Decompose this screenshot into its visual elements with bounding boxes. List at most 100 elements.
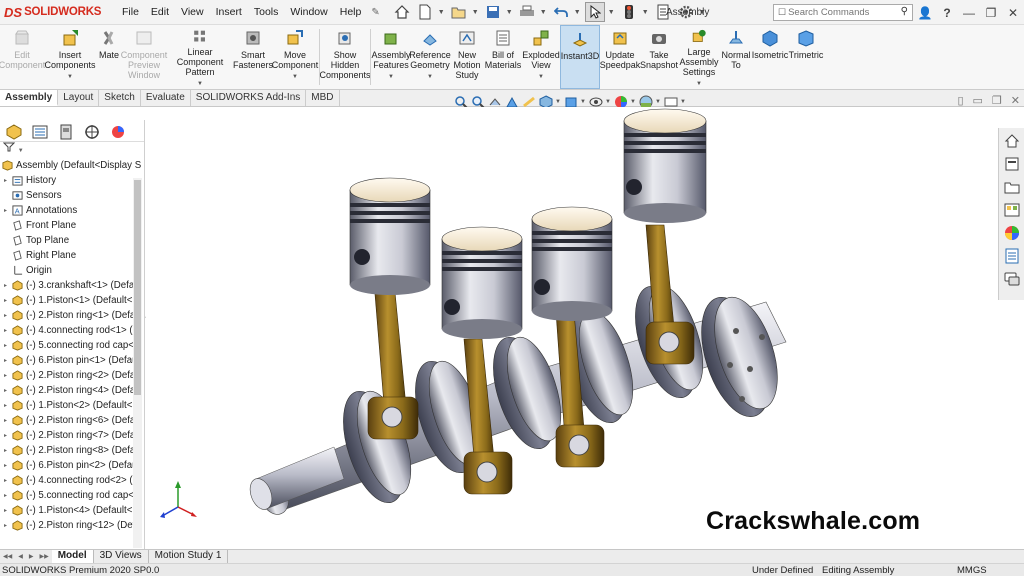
- chevron-down-icon[interactable]: ▼: [608, 9, 616, 16]
- tab-3d-views[interactable]: 3D Views: [94, 550, 149, 563]
- tree-item[interactable]: ▸ (-) 1.Piston<2> (Default<: [0, 398, 144, 413]
- expand-arrow-icon[interactable]: ▸: [4, 327, 12, 334]
- expand-arrow-icon[interactable]: ▸: [4, 477, 12, 484]
- chevron-down-icon[interactable]: ▼: [580, 99, 587, 105]
- menu-tools[interactable]: Tools: [248, 6, 285, 18]
- print-icon[interactable]: [517, 2, 537, 22]
- chevron-down-icon[interactable]: ▼: [680, 99, 687, 105]
- tree-item[interactable]: ▸ (-) 2.Piston ring<2> (Defa: [0, 368, 144, 383]
- open-icon[interactable]: [449, 2, 469, 22]
- prev-tab-icon[interactable]: ◀: [15, 553, 26, 560]
- menu-window[interactable]: Window: [284, 6, 333, 18]
- first-tab-icon[interactable]: ◀◀: [0, 553, 15, 560]
- expand-arrow-icon[interactable]: ▸: [4, 312, 12, 319]
- menu-help[interactable]: Help: [334, 6, 368, 18]
- scrollbar-thumb[interactable]: [134, 180, 141, 395]
- expand-arrow-icon[interactable]: ▸: [4, 432, 12, 439]
- solidworks-logo[interactable]: DS SOLIDWORKS: [0, 5, 110, 20]
- tree-item[interactable]: ▸ (-) 2.Piston ring<1> (Defa: [0, 308, 144, 323]
- mate-button[interactable]: Mate: [96, 25, 122, 89]
- tab-mbd[interactable]: MBD: [306, 90, 340, 106]
- menu-insert[interactable]: Insert: [210, 6, 248, 18]
- insert-components-button[interactable]: Insert Components ▼: [44, 25, 96, 89]
- tree-item[interactable]: ▸ A Annotations: [0, 203, 144, 218]
- chevron-down-icon[interactable]: ▼: [696, 79, 702, 89]
- unit-system[interactable]: MMGS: [957, 565, 987, 576]
- large-assembly-settings-button[interactable]: Large Assembly Settings ▼: [678, 25, 720, 89]
- chevron-down-icon[interactable]: ▼: [292, 72, 298, 82]
- tree-item[interactable]: ▸ (-) 1.Piston<1> (Default<: [0, 293, 144, 308]
- property-manager-tab-icon[interactable]: [30, 124, 50, 140]
- exploded-view-button[interactable]: Exploded View ▼: [522, 25, 560, 89]
- tree-item[interactable]: Top Plane: [0, 233, 144, 248]
- chevron-down-icon[interactable]: ▼: [388, 72, 394, 82]
- take-snapshot-button[interactable]: Take Snapshot: [640, 25, 678, 89]
- pin-menu-icon[interactable]: ✎: [371, 7, 379, 18]
- help-icon[interactable]: ?: [936, 6, 958, 20]
- reference-geometry-button[interactable]: Reference Geometry ▼: [409, 25, 451, 89]
- show-hidden-button[interactable]: Show Hidden Components: [319, 25, 371, 89]
- tab-evaluate[interactable]: Evaluate: [141, 90, 191, 106]
- dimxpert-manager-tab-icon[interactable]: [82, 124, 102, 140]
- linear-pattern-button[interactable]: Linear Component Pattern ▼: [166, 25, 234, 89]
- search-commands-box[interactable]: ☐ ⚲: [773, 4, 913, 21]
- tree-item[interactable]: ▸ (-) 2.Piston ring<12> (Def: [0, 518, 144, 533]
- chevron-down-icon[interactable]: ▼: [630, 99, 637, 105]
- restore-button[interactable]: ❐: [980, 6, 1002, 20]
- tab-model[interactable]: Model: [51, 550, 94, 563]
- tree-item[interactable]: ▸ (-) 2.Piston ring<7> (Defa: [0, 428, 144, 443]
- move-component-button[interactable]: Move Component ▼: [272, 25, 318, 89]
- expand-arrow-icon[interactable]: ▸: [4, 357, 12, 364]
- tab-solidworks-addins[interactable]: SOLIDWORKS Add-Ins: [191, 90, 307, 106]
- last-tab-icon[interactable]: ▶▶: [36, 553, 51, 560]
- forum-icon[interactable]: [1002, 269, 1022, 289]
- engine-assembly-model[interactable]: [146, 107, 998, 549]
- expand-arrow-icon[interactable]: ▸: [4, 372, 12, 379]
- expand-arrow-icon[interactable]: ▸: [4, 417, 12, 424]
- graphics-area[interactable]: [146, 107, 998, 549]
- next-tab-icon[interactable]: ▶: [26, 553, 37, 560]
- tree-root-assembly[interactable]: Assembly (Default<Display S: [0, 158, 144, 173]
- view-palette-icon[interactable]: [1002, 200, 1022, 220]
- display-manager-tab-icon[interactable]: [108, 124, 128, 140]
- close-button[interactable]: ✕: [1002, 6, 1024, 20]
- tree-item[interactable]: ▸ (-) 2.Piston ring<4> (Defa: [0, 383, 144, 398]
- menu-edit[interactable]: Edit: [145, 6, 175, 18]
- home-icon[interactable]: [392, 2, 412, 22]
- chevron-down-icon[interactable]: ▼: [438, 9, 446, 16]
- instant3d-button[interactable]: Instant3D: [560, 25, 600, 89]
- chevron-down-icon[interactable]: ▼: [197, 79, 203, 89]
- expand-arrow-icon[interactable]: ▸: [4, 507, 12, 514]
- chevron-down-icon[interactable]: ▼: [18, 148, 24, 154]
- tree-item[interactable]: ▸ (-) 2.Piston ring<8> (Defa: [0, 443, 144, 458]
- custom-properties-icon[interactable]: [1002, 246, 1022, 266]
- expand-arrow-icon[interactable]: ▸: [4, 447, 12, 454]
- tree-item[interactable]: ▸ (-) 4.connecting rod<1> (: [0, 323, 144, 338]
- chevron-down-icon[interactable]: ▼: [605, 99, 612, 105]
- feature-manager-tab-icon[interactable]: [4, 124, 24, 140]
- expand-arrow-icon[interactable]: ▸: [4, 387, 12, 394]
- normal-to-button[interactable]: Normal To: [720, 25, 752, 89]
- undo-icon[interactable]: [551, 2, 571, 22]
- select-icon[interactable]: [584, 2, 605, 22]
- expand-arrow-icon[interactable]: ▸: [4, 492, 12, 499]
- component-preview-button[interactable]: Component Preview Window: [121, 25, 167, 89]
- expand-arrow-icon[interactable]: ▸: [4, 282, 12, 289]
- expand-arrow-icon[interactable]: ▸: [4, 522, 12, 529]
- assembly-features-button[interactable]: Assembly Features ▼: [372, 25, 411, 89]
- user-icon[interactable]: 👤: [914, 6, 936, 20]
- tree-item[interactable]: Right Plane: [0, 248, 144, 263]
- chevron-down-icon[interactable]: ▼: [427, 72, 433, 82]
- bill-of-materials-button[interactable]: Bill of Materials: [484, 25, 522, 89]
- expand-arrow-icon[interactable]: ▸: [4, 297, 12, 304]
- tree-filter-icon[interactable]: ▼: [0, 142, 144, 158]
- viewport-split-icon[interactable]: ▯: [957, 94, 963, 107]
- tree-item[interactable]: ▸ (-) 6.Piston pin<1> (Defau: [0, 353, 144, 368]
- new-doc-icon[interactable]: [415, 2, 435, 22]
- search-scope-icon[interactable]: ☐: [778, 7, 786, 18]
- new-motion-study-button[interactable]: New Motion Study: [450, 25, 484, 89]
- trimetric-button[interactable]: Trimetric: [788, 25, 824, 89]
- isometric-button[interactable]: Isometric: [752, 25, 788, 89]
- piston-3[interactable]: [531, 206, 613, 321]
- edit-component-button[interactable]: Edit Component: [0, 25, 45, 89]
